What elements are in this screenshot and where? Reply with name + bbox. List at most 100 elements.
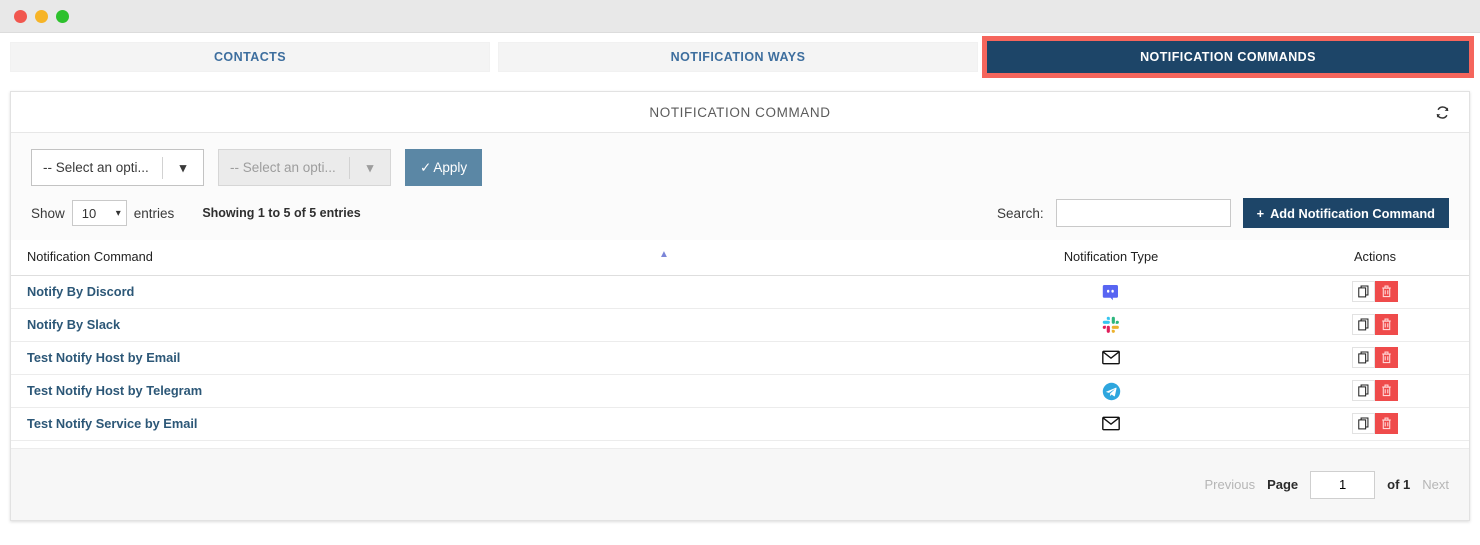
email-icon (1102, 416, 1120, 431)
cell-actions (1281, 341, 1469, 375)
row-action-group (1352, 380, 1398, 401)
delete-row-button[interactable] (1375, 281, 1398, 302)
filter-select-secondary-value: -- Select an opti... (230, 160, 336, 175)
tab-contacts[interactable]: CONTACTS (10, 41, 490, 72)
search-input[interactable] (1055, 199, 1231, 227)
search-and-add-group: Search: + Add Notification Command (997, 198, 1449, 228)
duplicate-row-button[interactable] (1352, 281, 1375, 302)
pagination-page-input[interactable] (1310, 470, 1376, 499)
cell-notification-command: Notify By Discord (11, 275, 941, 309)
check-icon: ✓ (420, 159, 432, 175)
panel-header: NOTIFICATION COMMAND (11, 92, 1469, 133)
cell-notification-command: Test Notify Host by Email (11, 341, 941, 375)
notification-command-link[interactable]: Notify By Slack (27, 317, 120, 332)
notification-command-link[interactable]: Test Notify Host by Telegram (27, 383, 202, 398)
tab-notification-ways[interactable]: NOTIFICATION WAYS (498, 41, 978, 72)
column-header-notification-command[interactable]: Notification Command ▲ (11, 240, 941, 276)
cell-actions (1281, 407, 1469, 441)
window-minimize-button[interactable] (35, 9, 48, 23)
cell-actions (1281, 308, 1469, 342)
cell-actions (1281, 275, 1469, 309)
entries-info: Showing 1 to 5 of 5 entries (202, 206, 361, 220)
row-action-group (1352, 281, 1398, 302)
window-maximize-button[interactable] (56, 9, 69, 23)
notification-command-table: Notification Command ▲ Notification Type… (11, 240, 1469, 441)
notification-command-panel: NOTIFICATION COMMAND -- Select an opti..… (10, 91, 1470, 521)
apply-button[interactable]: ✓ Apply (405, 149, 483, 186)
filter-select-secondary[interactable]: -- Select an opti... ▾ (218, 149, 391, 186)
notification-command-link[interactable]: Test Notify Host by Email (27, 350, 180, 365)
table-row: Notify By Slack (11, 308, 1469, 342)
refresh-icon[interactable] (1431, 101, 1453, 123)
table-row: Notify By Discord (11, 275, 1469, 309)
tab-contacts-label: CONTACTS (213, 49, 287, 64)
duplicate-row-button[interactable] (1352, 314, 1375, 335)
duplicate-row-button[interactable] (1352, 413, 1375, 434)
table-controls-row: Show 10 ▾ entries Showing 1 to 5 of 5 en… (11, 192, 1469, 240)
row-action-group (1352, 347, 1398, 368)
window-close-button[interactable] (14, 9, 27, 23)
show-label: Show (31, 205, 65, 221)
add-notification-command-button[interactable]: + Add Notification Command (1242, 198, 1449, 228)
pagination-bar: Previous Page of 1 Next (11, 448, 1469, 520)
chevron-down-icon: ▾ (179, 159, 187, 175)
window-titlebar (0, 0, 1480, 33)
search-label: Search: (997, 205, 1044, 221)
tab-bar: CONTACTS NOTIFICATION WAYS NOTIFICATION … (0, 33, 1480, 80)
slack-icon (1102, 316, 1120, 334)
filter-select-primary-value: -- Select an opti... (43, 160, 149, 175)
cell-notification-type (941, 407, 1281, 441)
table-header-row: Notification Command ▲ Notification Type… (11, 240, 1469, 276)
pagination-of-label: of 1 (1387, 477, 1411, 492)
plus-icon: + (1256, 205, 1265, 221)
column-header-notification-type-label: Notification Type (1063, 249, 1159, 264)
tab-notification-commands-label: NOTIFICATION COMMANDS (1140, 49, 1316, 64)
cell-notification-type (941, 275, 1281, 309)
cell-actions (1281, 374, 1469, 408)
tab-notification-ways-label: NOTIFICATION WAYS (670, 49, 806, 64)
duplicate-row-button[interactable] (1352, 347, 1375, 368)
chevron-down-icon: ▾ (115, 207, 121, 219)
notification-command-link[interactable]: Notify By Discord (27, 284, 134, 299)
page-length-value: 10 (81, 205, 97, 221)
page-length-group: Show 10 ▾ entries (31, 200, 174, 226)
table-row: Test Notify Service by Email (11, 407, 1469, 441)
pagination-page-label: Page (1267, 477, 1299, 492)
page-length-select[interactable]: 10 ▾ (71, 200, 127, 226)
cell-notification-type (941, 308, 1281, 342)
entries-label: entries (133, 205, 175, 221)
delete-row-button[interactable] (1375, 347, 1398, 368)
column-header-actions: Actions (1281, 240, 1469, 276)
delete-row-button[interactable] (1375, 413, 1398, 434)
cell-notification-command: Test Notify Host by Telegram (11, 374, 941, 408)
add-notification-command-label: Add Notification Command (1270, 205, 1435, 221)
table-body: Notify By Discord Notify By Slack Test Not… (11, 275, 1469, 441)
table-row: Test Notify Host by Email (11, 341, 1469, 375)
row-action-group (1352, 314, 1398, 335)
apply-button-label: Apply (433, 160, 468, 175)
table-head: Notification Command ▲ Notification Type… (11, 240, 1469, 276)
pagination-previous-button[interactable]: Previous (1204, 477, 1255, 492)
cell-notification-command: Test Notify Service by Email (11, 407, 941, 441)
cell-notification-command: Notify By Slack (11, 308, 941, 342)
telegram-icon (1102, 382, 1121, 401)
duplicate-row-button[interactable] (1352, 380, 1375, 401)
toolbar-zone: -- Select an opti... ▾ -- Select an opti… (11, 133, 1469, 240)
column-header-notification-type[interactable]: Notification Type (941, 240, 1281, 276)
delete-row-button[interactable] (1375, 314, 1398, 335)
cell-notification-type (941, 374, 1281, 408)
filter-row: -- Select an opti... ▾ -- Select an opti… (11, 133, 1469, 192)
chevron-down-icon: ▾ (366, 159, 374, 175)
filter-select-primary[interactable]: -- Select an opti... ▾ (31, 149, 204, 186)
discord-icon (1102, 283, 1121, 302)
cell-notification-type (941, 341, 1281, 375)
email-icon (1102, 350, 1120, 365)
row-action-group (1352, 413, 1398, 434)
delete-row-button[interactable] (1375, 380, 1398, 401)
notification-command-link[interactable]: Test Notify Service by Email (27, 416, 197, 431)
sort-ascending-icon: ▲ (659, 249, 669, 260)
column-header-actions-label: Actions (1354, 249, 1396, 264)
tab-notification-commands[interactable]: NOTIFICATION COMMANDS (982, 35, 1474, 78)
pagination-next-button[interactable]: Next (1422, 477, 1449, 492)
table-row: Test Notify Host by Telegram (11, 374, 1469, 408)
